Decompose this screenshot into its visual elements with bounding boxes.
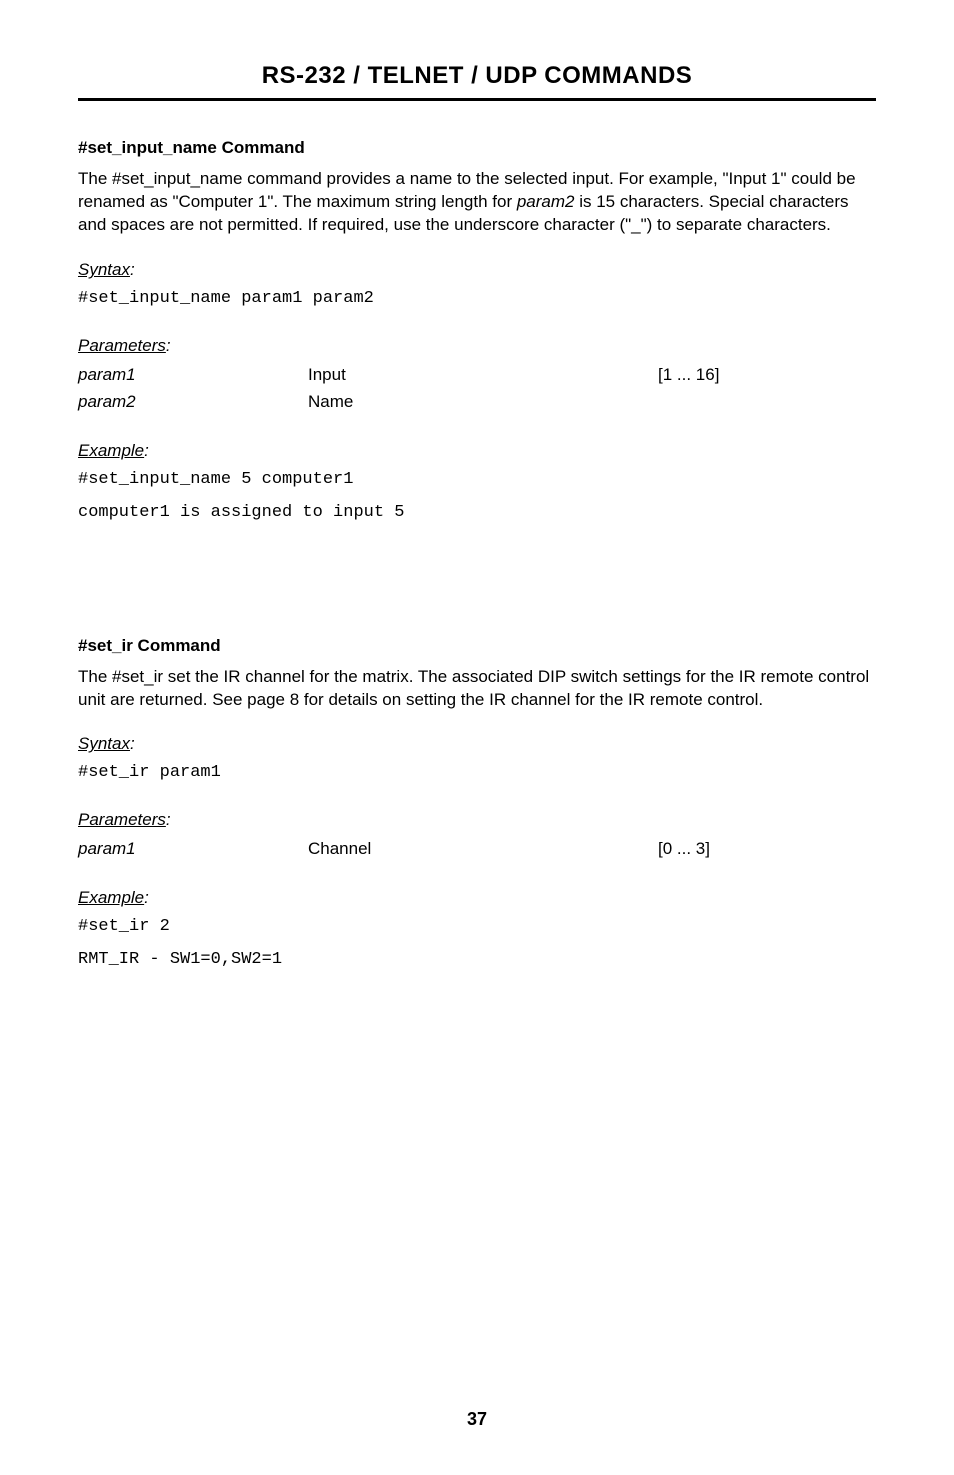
example-label-text: Example xyxy=(78,888,144,907)
cmd1-params-block: param1 Input [1 ... 16] param2 Name xyxy=(78,364,876,414)
syntax-label-text: Syntax xyxy=(78,734,130,753)
cmd1-heading: #set_input_name Command xyxy=(78,137,876,160)
params-label-text: Parameters xyxy=(78,810,166,829)
param-range: [0 ... 3] xyxy=(658,838,876,861)
param-range: [1 ... 16] xyxy=(658,364,876,387)
cmd2-params-label: Parameters: xyxy=(78,809,876,832)
page-number: 37 xyxy=(0,1407,954,1431)
cmd2-syntax-code: #set_ir param1 xyxy=(78,762,876,785)
syntax-label-text: Syntax xyxy=(78,260,130,279)
param-row: param1 Input [1 ... 16] xyxy=(78,364,876,387)
page-title: RS-232 / TELNET / UDP COMMANDS xyxy=(78,60,876,92)
cmd2-example-line-1: #set_ir 2 xyxy=(78,916,876,939)
cmd1-description: The #set_input_name command provides a n… xyxy=(78,168,876,237)
cmd1-syntax-code: #set_input_name param1 param2 xyxy=(78,288,876,311)
cmd1-params-label: Parameters: xyxy=(78,335,876,358)
cmd2-example-label: Example: xyxy=(78,887,876,910)
param-name: param1 xyxy=(78,364,308,387)
cmd1-desc-param: param2 xyxy=(517,192,575,211)
cmd2-heading: #set_ir Command xyxy=(78,635,876,658)
param-desc: Input xyxy=(308,364,658,387)
example-label-text: Example xyxy=(78,441,144,460)
cmd2-description: The #set_ir set the IR channel for the m… xyxy=(78,666,876,712)
cmd2-example-line-2: RMT_IR - SW1=0,SW2=1 xyxy=(78,949,876,972)
cmd1-example-line-2: computer1 is assigned to input 5 xyxy=(78,502,876,525)
cmd2-syntax-label: Syntax: xyxy=(78,733,876,756)
title-rule xyxy=(78,98,876,101)
param-row: param2 Name xyxy=(78,391,876,414)
cmd1-example-line-1: #set_input_name 5 computer1 xyxy=(78,469,876,492)
param-range xyxy=(658,391,876,414)
param-desc: Name xyxy=(308,391,658,414)
param-row: param1 Channel [0 ... 3] xyxy=(78,838,876,861)
params-label-text: Parameters xyxy=(78,336,166,355)
cmd1-syntax-label: Syntax: xyxy=(78,259,876,282)
param-name: param1 xyxy=(78,838,308,861)
cmd2-params-block: param1 Channel [0 ... 3] xyxy=(78,838,876,861)
param-name: param2 xyxy=(78,391,308,414)
cmd1-example-label: Example: xyxy=(78,440,876,463)
param-desc: Channel xyxy=(308,838,658,861)
